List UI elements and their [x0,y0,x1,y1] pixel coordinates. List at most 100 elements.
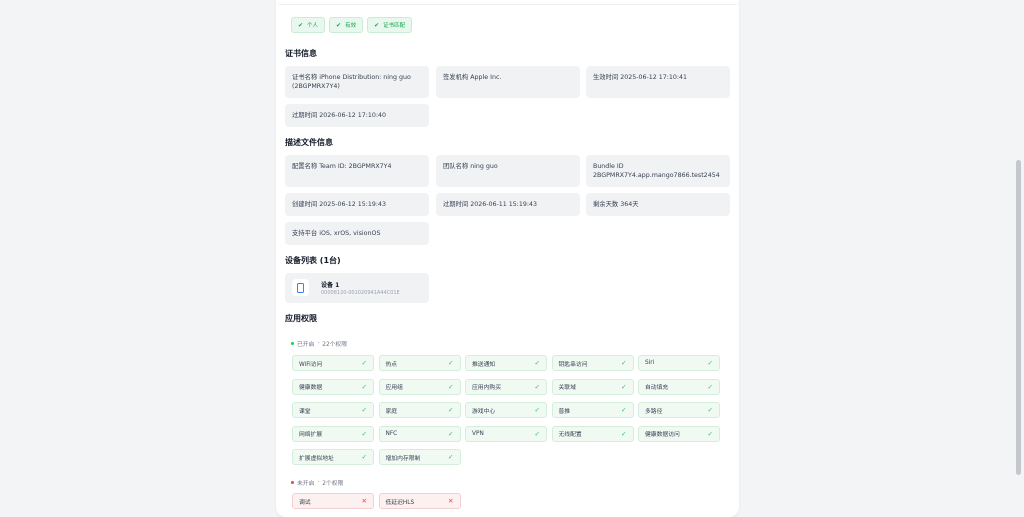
scrollbar-thumb[interactable] [1016,160,1021,475]
permission-label: 扩展虚拟地址 [299,455,334,462]
profile-platforms: 支持平台 iOS, xrOS, visionOS [285,222,429,245]
permission-label: VPN [472,430,484,437]
check-icon: ✓ [361,359,367,367]
cert-section-title: 证书信息 [285,49,317,58]
permission-item: VPN ✓ [465,425,547,442]
check-icon: ✓ [361,406,367,414]
permission-item: 钥匙串访问 ✓ [551,355,634,371]
permission-label: WiFi访问 [299,361,323,368]
profile-config-name: 配置名称 Team ID: 2BGPMRX7Y4 [285,155,429,187]
permission-label: NFC [385,430,398,437]
permission-item: 多路径 ✓ [638,402,720,418]
device-udid: 00008120-001020941A44C01E [321,290,400,296]
permission-label: 无线配置 [558,432,582,438]
profile-bundle-id: Bundle ID 2BGPMRX7Y4.app.mango7866.test2… [586,155,730,187]
permissions-section-title: 应用权限 [285,314,317,323]
permission-label: 自动填充 [645,385,669,391]
chip-cert-match: ✔ 证书匹配 [367,17,413,33]
permission-item: 热点 ✓ [378,355,461,371]
permission-item: 增加内存限制 ✓ [378,449,461,465]
check-icon: ✓ [448,429,454,438]
check-icon: ✔ [374,21,380,29]
check-icon: ✓ [707,429,713,438]
bundle-id-label: Bundle ID [593,163,624,170]
permission-label: 健康数据访问 [645,432,680,438]
chip-valid: ✔ 有效 [329,17,364,33]
cross-icon: ✕ [361,497,367,505]
permission-item: 游戏中心 ✓ [465,402,547,418]
permission-item: 应用组 ✓ [378,378,461,395]
status-chips: ✔ 个人 ✔ 有效 ✔ 证书匹配 [291,17,413,33]
phone-icon [292,279,309,296]
check-icon: ✓ [534,359,540,367]
check-icon: ✓ [448,453,454,461]
permission-label: 增加内存限制 [385,455,421,462]
permission-label: 热点 [385,361,398,368]
check-icon: ✓ [534,429,540,438]
cert-expire: 过期时间 2026-06-12 17:10:40 [285,104,429,127]
permission-item: WiFi访问 ✓ [292,355,374,371]
permission-item: 关联域 ✓ [551,378,634,395]
green-dot-icon [291,342,294,345]
permission-label: 家庭 [385,408,398,415]
permission-label: 多路径 [645,408,663,415]
profile-section-title: 描述文件信息 [285,138,333,147]
permission-item: 健康数据 ✓ [292,378,374,395]
permission-item: 自动填充 ✓ [638,378,720,395]
profile-expire: 过期时间 2026-06-11 15:19:43 [436,193,580,216]
permission-item: 普推 ✓ [551,402,634,418]
check-icon: ✓ [448,359,454,367]
permission-label: Siri [645,360,655,366]
chip-label: 证书匹配 [383,23,406,29]
check-icon: ✓ [448,382,454,391]
cert-name: 证书名称 iPhone Distribution: ning guo (2BGP… [285,66,429,98]
permission-item: 网络扩展 ✓ [292,425,374,442]
red-dot-icon [291,481,294,484]
chip-label: 个人 [307,23,319,29]
permission-item: 扩展虚拟地址 ✓ [292,449,374,465]
card-top-edge [276,0,739,5]
permission-item: 低延迟HLS ✕ [378,493,461,509]
check-icon: ✓ [361,453,367,461]
permission-label: 推送通知 [472,361,496,368]
check-icon: ✓ [621,406,627,414]
cert-issuer: 签发机构 Apple Inc. [436,66,580,98]
permission-item: 无线配置 ✓ [551,425,634,442]
permission-item: 家庭 ✓ [378,402,461,418]
profile-remaining: 剩余天数 364天 [586,193,730,216]
check-icon: ✓ [361,382,367,391]
permission-item: 推送通知 ✓ [465,355,547,371]
permission-label: 调试 [299,499,311,506]
permission-item: NFC ✓ [378,425,461,442]
chip-label: 有效 [345,23,357,29]
detail-card: ✔ 个人 ✔ 有效 ✔ 证书匹配 证书信息 证书名称 iPhone Distri… [276,0,739,517]
check-icon: ✓ [621,382,627,391]
permission-label: 课堂 [299,408,311,415]
profile-created: 创建时间 2025-06-12 15:19:43 [285,193,429,216]
device-item: 设备 1 00008120-001020941A44C01E [285,273,429,303]
cross-icon: ✕ [448,497,454,505]
check-icon: ✔ [298,21,304,29]
permission-item: 健康数据访问 ✓ [638,425,720,442]
check-icon: ✓ [707,359,713,367]
cert-effective: 生效时间 2025-06-12 17:10:41 [586,66,730,98]
permission-label: 网络扩展 [299,432,323,438]
permission-label: 钥匙串访问 [558,361,588,368]
check-icon: ✓ [534,382,540,391]
check-icon: ✓ [621,359,627,367]
check-icon: ✓ [361,429,367,438]
check-icon: ✓ [707,406,713,414]
permission-label: 普推 [558,408,571,415]
permission-item: 调试 ✕ [292,493,374,509]
permission-label: 游戏中心 [472,408,496,415]
check-icon: ✓ [707,382,713,391]
permission-item: 课堂 ✓ [292,402,374,418]
permission-label: 关联域 [558,385,576,391]
bundle-id-value: 2BGPMRX7Y4.app.mango7866.test2454 [593,172,720,179]
permission-label: 应用内购买 [472,385,501,391]
device-name: 设备 1 [321,282,340,289]
permission-label: 健康数据 [299,385,323,391]
permission-label: 低延迟HLS [385,499,415,506]
permission-item: Siri ✓ [638,355,720,371]
check-icon: ✓ [621,429,627,438]
